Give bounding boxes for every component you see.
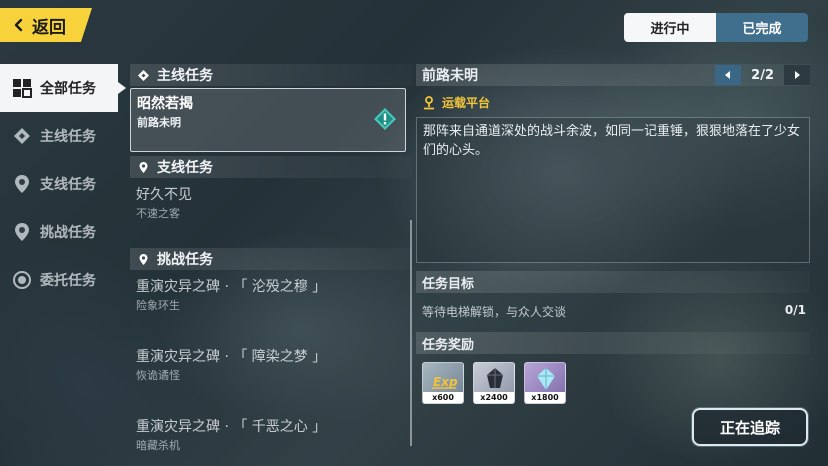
back-button[interactable]: 返回 [0,8,92,42]
quest-item[interactable]: 重演灾异之碑 · 「 沦殁之穆 」 险象环生 [130,272,412,340]
nav-label-challenge: 挑战任务 [40,225,96,241]
map-pin-icon [12,174,32,194]
dark-crystal-icon [487,368,503,388]
reward-list: Exp x600 x2400 x1800 [416,362,810,404]
quest-subtitle: 前路未明 [137,116,181,129]
section-title-main: 主线任务 [157,68,213,84]
quest-title: 重演灾异之碑 · 「 障染之梦 」 [136,349,327,365]
tab-completed[interactable]: 已完成 [716,13,808,42]
arrow-left-icon [725,71,731,79]
quest-subtitle: 不速之客 [136,207,180,220]
objective-text: 等待电梯解锁，与众人交谈 [422,305,567,319]
location-name: 运载平台 [442,96,491,110]
nav-item-side[interactable]: 支线任务 [0,160,122,208]
target-icon [12,270,32,290]
objective-count: 0/1 [784,303,806,317]
quest-item[interactable]: 重演灾异之碑 · 「 千恶之心 」 暗藏杀机 [130,412,412,460]
quest-list-scrollbar[interactable] [410,220,412,446]
nav-label-side: 支线任务 [40,177,96,193]
quest-title: 重演灾异之碑 · 「 千恶之心 」 [136,419,327,435]
diamond-icon [12,126,32,146]
quest-subtitle: 恢诡谲怪 [136,369,180,382]
nav-item-main[interactable]: 主线任务 [0,112,122,160]
grid-icon [12,78,32,98]
category-nav: 全部任务 主线任务 支线任务 挑战任务 委托任务 [0,64,126,304]
quest-item[interactable]: 好久不见 不速之客 [130,180,412,236]
track-quest-button[interactable]: 正在追踪 [692,408,808,446]
map-pin-icon [12,222,32,242]
nav-item-challenge[interactable]: 挑战任务 [0,208,122,256]
arrow-right-icon [795,71,800,79]
reward-qty: x1800 [525,392,565,403]
back-label: 返回 [32,17,66,38]
pager: 2/2 [715,65,810,85]
reward-crystal[interactable]: x1800 [524,362,566,404]
reward-exp[interactable]: Exp x600 [422,362,464,404]
quest-title: 重演灾异之碑 · 「 沦殁之穆 」 [136,279,327,295]
svg-text:Exp: Exp [433,375,458,389]
quest-item[interactable]: 重演灾异之碑 · 「 障染之梦 」 恢诡谲怪 [130,342,412,410]
detail-header: 前路未明 2/2 [416,64,810,86]
quest-description: 那阵来自通道深处的战斗余波，如同一记重锤，狠狠地落在了少女们的心头。 [416,117,810,263]
quest-subtitle: 险象环生 [136,299,180,312]
quest-list[interactable]: 主线任务 昭然若揭 前路未明 支线任务 好久不见 不速之客 挑战任务 重演灾异之… [130,64,412,466]
page-indicator: 2/2 [751,67,774,83]
section-header-main: 主线任务 [130,64,412,86]
reward-qty: x600 [423,392,463,403]
reward-header: 任务奖励 [416,332,810,354]
tracking-marker-icon [374,108,396,130]
nav-item-commission[interactable]: 委托任务 [0,256,122,304]
quest-title: 昭然若揭 [137,96,193,112]
section-title-side: 支线任务 [157,160,213,176]
map-pin-icon [139,253,148,265]
diamond-icon [138,69,149,81]
next-page-button[interactable] [784,65,810,85]
quest-title: 好久不见 [136,187,192,203]
section-header-side: 支线任务 [130,156,412,178]
exp-icon: Exp [432,375,458,389]
location-person-icon [424,95,434,109]
nav-item-all[interactable]: 全部任务 [0,64,126,112]
nav-label-main: 主线任务 [40,129,96,145]
quest-item-selected[interactable]: 昭然若揭 前路未明 [130,88,406,152]
reward-dark-item[interactable]: x2400 [473,362,515,404]
prev-page-button[interactable] [715,65,742,85]
quest-subtitle: 暗藏杀机 [136,439,180,452]
quest-location: 运载平台 [416,94,810,111]
section-header-challenge: 挑战任务 [130,248,412,270]
chevron-left-icon [14,18,23,32]
crystal-icon [537,368,555,390]
section-title-challenge: 挑战任务 [157,252,213,268]
quest-detail-panel: 前路未明 2/2 运载平台 那阵来自通道深处的战斗余波，如同一记重锤，狠狠地落在… [416,64,810,404]
nav-label-all: 全部任务 [40,81,96,97]
nav-label-commission: 委托任务 [40,273,96,289]
map-pin-icon [139,161,148,173]
detail-title: 前路未明 [422,68,478,84]
reward-qty: x2400 [474,392,514,403]
status-tabs: 进行中 已完成 [624,13,808,42]
objective-row: 等待电梯解锁，与众人交谈 0/1 [416,293,810,320]
objective-header: 任务目标 [416,271,810,293]
tab-in-progress[interactable]: 进行中 [624,13,716,42]
